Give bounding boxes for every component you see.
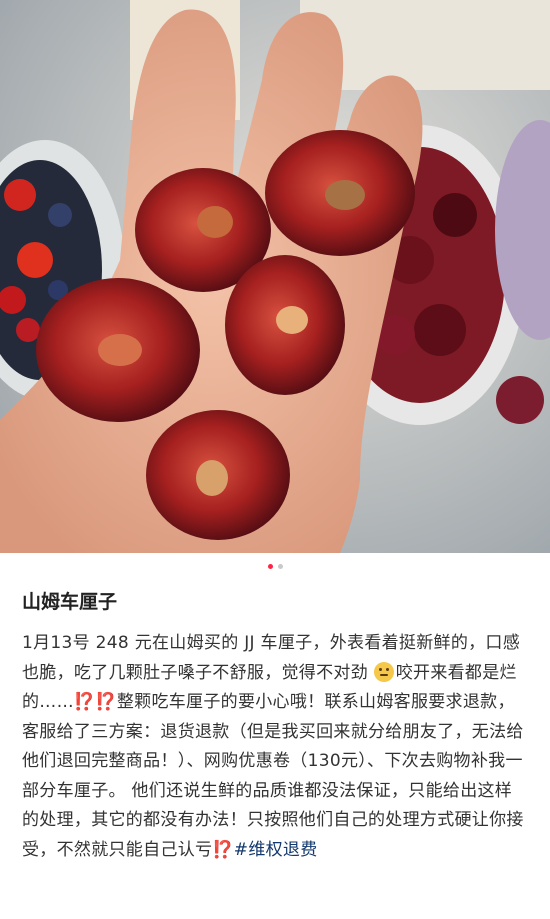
post-body: 1月13号 248 元在山姆买的 JJ 车厘子，外表看着挺新鲜的，口感也脆，吃了… bbox=[22, 629, 528, 865]
post-photo[interactable] bbox=[0, 0, 550, 553]
carousel-dot-active[interactable] bbox=[267, 563, 273, 569]
hashtag-link[interactable]: #维权退费 bbox=[234, 840, 318, 860]
cherries-in-hand-image bbox=[0, 0, 550, 553]
post-body-text-3: 整颗吃车厘子的要小心哦！联系山姆客服要求退款，客服给了三方案：退货退款（但是我买… bbox=[22, 692, 524, 860]
alert-icon: ⁉️⁉️ bbox=[73, 692, 117, 712]
thinking-face-icon bbox=[373, 661, 394, 682]
carousel-indicator bbox=[0, 553, 550, 579]
carousel-dot[interactable] bbox=[277, 563, 283, 569]
post-title: 山姆车厘子 bbox=[22, 591, 118, 613]
alert-icon-2: ⁉️ bbox=[212, 839, 234, 860]
post-content: 山姆车厘子 1月13号 248 元在山姆买的 JJ 车厘子，外表看着挺新鲜的，口… bbox=[0, 589, 550, 865]
